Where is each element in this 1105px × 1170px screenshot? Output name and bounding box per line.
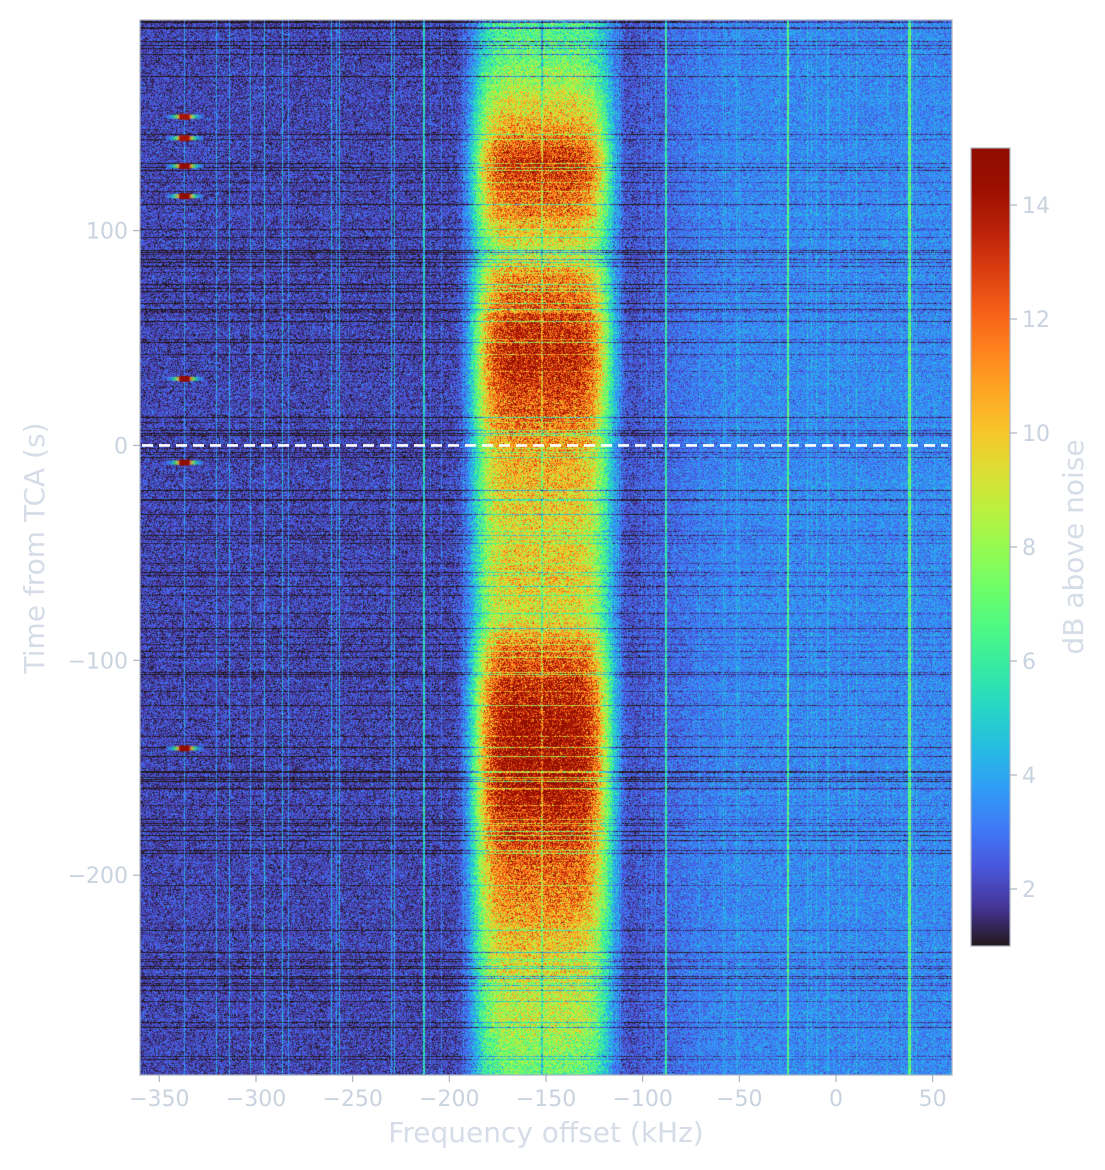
x-tick-label: −300: [226, 1087, 286, 1112]
colorbar-tick-label: 4: [1022, 764, 1036, 789]
x-axis: −350 −300 −250 −200 −150 −100 −50 0 50: [129, 1075, 947, 1112]
x-tick-label: −150: [516, 1087, 576, 1112]
colorbar-ticks: 2 4 6 8 10 12 14: [1010, 194, 1050, 903]
colorbar-tick-label: 2: [1022, 878, 1036, 903]
y-tick-label: −200: [68, 864, 128, 889]
y-axis: −200 −100 0 100: [68, 220, 140, 889]
colorbar-tick-label: 8: [1022, 536, 1036, 561]
x-tick-label: −50: [716, 1087, 762, 1112]
x-tick-label: 0: [829, 1087, 843, 1112]
x-tick-label: −200: [419, 1087, 479, 1112]
heatmap-canvas: [140, 20, 952, 1075]
y-tick-label: 0: [114, 434, 128, 459]
colorbar-tick-label: 6: [1022, 650, 1036, 675]
x-tick-label: −350: [129, 1087, 189, 1112]
heatmap-container: [140, 20, 952, 1075]
y-tick-label: 100: [86, 220, 128, 245]
spectrogram-chart: −350 −300 −250 −200 −150 −100 −50 0 50 −200 −100 0…: [18, 19, 1090, 1149]
colorbar-tick-label: 12: [1022, 308, 1050, 333]
colorbar-tick-label: 14: [1022, 194, 1050, 219]
colorbar-tick-label: 10: [1022, 422, 1050, 447]
plot-area: [139, 19, 953, 1076]
x-axis-title: Frequency offset (kHz): [388, 1116, 703, 1149]
y-axis-title: Time from TCA (s): [18, 423, 51, 675]
colorbar-title: dB above noise: [1057, 439, 1090, 654]
x-tick-label: 50: [919, 1087, 947, 1112]
colorbar-bar: [970, 147, 1011, 947]
x-tick-label: −250: [322, 1087, 382, 1112]
x-tick-label: −100: [612, 1087, 672, 1112]
colorbar: 2 4 6 8 10 12 14 dB above noise: [970, 147, 1090, 947]
y-tick-label: −100: [68, 649, 128, 674]
